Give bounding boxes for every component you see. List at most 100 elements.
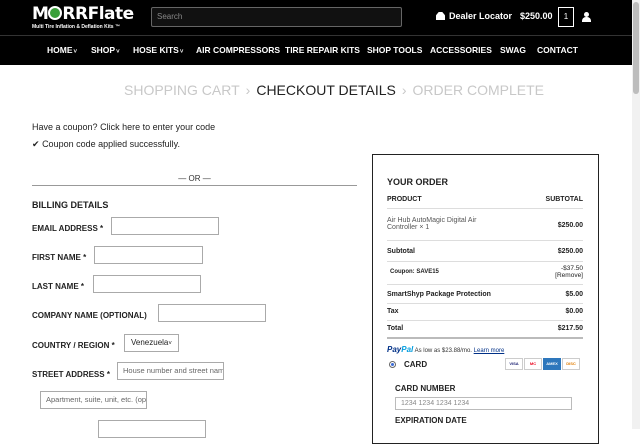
city-field[interactable] — [98, 420, 206, 438]
country-value: Venezuela — [131, 338, 169, 347]
card-number-field[interactable]: 1234 1234 1234 1234 — [395, 397, 572, 410]
coupon-success-message: ✔ Coupon code applied successfully. — [32, 139, 180, 150]
dealer-locator-link[interactable]: Dealer Locator — [436, 11, 512, 21]
nav-hose-kits[interactable]: HOSE KITS˅ — [133, 45, 183, 55]
last-name-field[interactable] — [93, 275, 201, 293]
site-header: M RRFlate Multi Tire Inflation & Deflatio… — [0, 0, 632, 35]
discover-icon: DISC — [562, 358, 580, 370]
tax-value: $0.00 — [565, 308, 583, 315]
logo-tagline: Multi Tire Inflation & Deflation Kits ™ — [32, 24, 120, 30]
item-qty: × 1 — [419, 224, 430, 231]
email-label: EMAIL ADDRESS * — [32, 224, 104, 233]
col-subtotal: SUBTOTAL — [545, 196, 583, 203]
subtotal-label: Subtotal — [387, 248, 415, 255]
card-label: CARD — [404, 360, 428, 369]
logo-text-rest: RRFlate — [62, 4, 134, 24]
or-divider: — OR — — [178, 174, 211, 183]
step-checkout-details: CHECKOUT DETAILS — [256, 82, 396, 98]
tax-label: Tax — [387, 308, 399, 315]
nav-hose-kits-label: HOSE KITS — [133, 45, 179, 55]
nav-shop-tools[interactable]: SHOP TOOLS — [367, 45, 422, 55]
shipping-label: SmartShyp Package Protection — [387, 291, 491, 298]
divider-line — [387, 303, 583, 304]
country-select[interactable]: Venezuela˅ — [124, 334, 179, 352]
paypal-logo-pay: Pay — [387, 345, 402, 354]
total-label: Total — [387, 325, 404, 332]
morrflate-logo[interactable]: M RRFlate Multi Tire Inflation & Deflatio… — [32, 4, 140, 31]
first-name-field[interactable] — [94, 246, 203, 264]
chevron-down-icon: ˅ — [179, 49, 184, 55]
nav-air-compressors[interactable]: AIR COMPRESSORS — [196, 45, 280, 55]
order-table-header: PRODUCT SUBTOTAL — [387, 196, 583, 203]
divider-line — [387, 261, 583, 262]
cart-count-badge[interactable]: 1 — [558, 7, 574, 27]
coupon-value: -$37.50 — [560, 265, 583, 272]
order-item-name: Air Hub AutoMagic Digital Air Controller… — [387, 217, 497, 231]
nav-accessories[interactable]: ACCESSORIES — [430, 45, 492, 55]
account-icon[interactable] — [582, 12, 591, 22]
dealer-locator-label: Dealer Locator — [449, 11, 513, 21]
paypal-paylater-message: PayPal As low as $23.88/mo. Learn more — [387, 345, 504, 354]
total-value: $217.50 — [557, 325, 583, 332]
chevron-down-icon: ˅ — [168, 341, 172, 347]
coupon-prompt: Have a coupon? Click here to enter your … — [32, 122, 215, 132]
divider-line — [387, 337, 583, 339]
nav-home[interactable]: HOME˅ — [47, 45, 77, 55]
logo-o-icon — [48, 6, 63, 20]
subtotal-row: Subtotal $250.00 — [387, 248, 583, 255]
nav-tire-repair-kits[interactable]: TIRE REPAIR KITS — [285, 45, 360, 55]
logo-text: M — [32, 4, 49, 24]
nav-contact[interactable]: CONTACT — [537, 45, 578, 55]
last-name-label: LAST NAME * — [32, 282, 84, 291]
col-product: PRODUCT — [387, 196, 422, 203]
paypal-logo-pal: Pal — [401, 345, 414, 354]
item-price: $250.00 — [557, 222, 583, 229]
first-name-label: FIRST NAME * — [32, 253, 87, 262]
shipping-value: $5.00 — [565, 291, 583, 298]
chevron-right-icon: › — [401, 82, 407, 98]
paypal-learn-more-link[interactable]: Learn more — [474, 348, 505, 354]
company-label: COMPANY NAME (OPTIONAL) — [32, 311, 147, 320]
chevron-down-icon: ˅ — [73, 49, 78, 55]
coupon-link[interactable]: Click here to enter your code — [100, 122, 215, 132]
card-radio[interactable] — [389, 361, 396, 368]
company-field[interactable] — [158, 304, 266, 322]
scrollbar-thumb[interactable] — [633, 2, 639, 94]
checkout-steps: SHOPPING CART › CHECKOUT DETAILS › ORDER COM… — [124, 82, 544, 98]
subtotal-value: $250.00 — [557, 248, 583, 255]
item-name: Air Hub AutoMagic Digital Air Controller — [387, 217, 477, 231]
step-order-complete: ORDER COMPLETE — [412, 82, 544, 98]
email-field[interactable] — [111, 217, 219, 235]
amex-icon: AMEX — [543, 358, 561, 370]
divider-line — [32, 185, 357, 186]
divider-line — [387, 208, 583, 209]
coupon-label: Coupon: SAVE15 — [390, 269, 439, 275]
apartment-field[interactable]: Apartment, suite, unit, etc. (optional) — [40, 391, 147, 409]
expiration-label: EXPIRATION DATE — [395, 416, 467, 425]
nav-shop[interactable]: SHOP˅ — [91, 45, 120, 55]
nav-swag[interactable]: SWAG — [500, 45, 526, 55]
step-shopping-cart[interactable]: SHOPPING CART — [124, 82, 240, 98]
chevron-right-icon: › — [245, 82, 251, 98]
coupon-remove-link[interactable]: [Remove] — [555, 272, 583, 279]
cart-total[interactable]: $250.00 — [520, 11, 553, 21]
chevron-down-icon: ˅ — [116, 49, 120, 55]
coupon-row: Coupon: SAVE15 — [387, 269, 583, 275]
checkmark-icon: ✔ — [32, 139, 40, 149]
tax-row: Tax $0.00 — [387, 308, 583, 315]
paypal-text: As low as $23.88/mo. — [414, 348, 472, 354]
search-input[interactable]: Search — [151, 7, 402, 27]
country-label: COUNTRY / REGION * — [32, 341, 115, 350]
divider-line — [387, 320, 583, 321]
nav-shop-label: SHOP — [91, 45, 116, 55]
order-heading: YOUR ORDER — [387, 177, 449, 187]
paypal-logo: PayPal — [387, 345, 413, 354]
street-field[interactable]: House number and street name — [117, 362, 224, 380]
total-row: Total $217.50 — [387, 325, 583, 332]
coupon-question: Have a coupon? — [32, 122, 98, 132]
mastercard-icon: MC — [524, 358, 542, 370]
card-number-label: CARD NUMBER — [395, 384, 456, 393]
street-label: STREET ADDRESS * — [32, 370, 110, 379]
billing-heading: BILLING DETAILS — [32, 200, 109, 210]
nav-home-label: HOME — [47, 45, 73, 55]
